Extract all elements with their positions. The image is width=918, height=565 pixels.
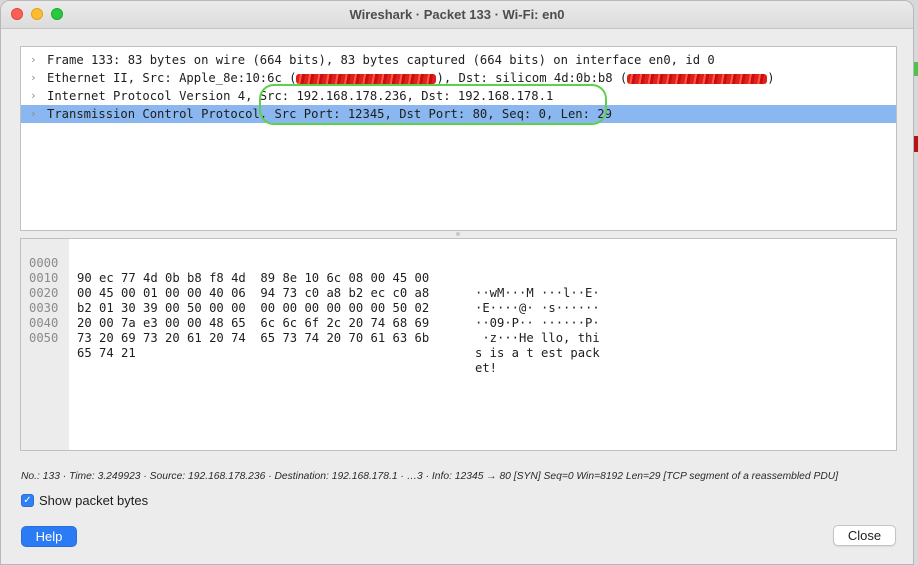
hex-bytes[interactable]: 20 00 7a e3 00 00 48 65 6c 6c 6f 2c 20 7… xyxy=(77,316,429,331)
bytes-row: 0050 65 74 21 et! xyxy=(21,316,497,375)
bytes-row: 0040 73 20 69 73 20 61 20 74 65 73 74 20… xyxy=(21,301,600,360)
close-button[interactable]: Close xyxy=(833,525,896,546)
checkmark-icon: ✓ xyxy=(23,494,32,506)
packet-detail-window: Wireshark · Packet 133 · Wi-Fi: en0 › Fr… xyxy=(0,0,914,565)
redacted-mac-destination xyxy=(627,73,768,84)
ethernet-label-end: ) xyxy=(767,71,775,85)
background-edge-mark xyxy=(914,62,918,76)
chevron-right-icon[interactable]: › xyxy=(30,69,37,87)
hex-bytes[interactable]: 90 ec 77 4d 0b b8 f8 4d 89 8e 10 6c 08 0… xyxy=(77,271,429,286)
ascii-bytes[interactable]: ··wM···M ···l··E· xyxy=(475,286,600,301)
bytes-row: 0030 20 00 7a e3 00 00 48 65 6c 6c 6f 2c… xyxy=(21,286,600,345)
show-bytes-toggle[interactable]: ✓ Show packet bytes xyxy=(21,492,148,508)
show-bytes-label[interactable]: Show packet bytes xyxy=(39,493,148,508)
background-edge xyxy=(914,0,918,565)
ascii-bytes[interactable]: ··09·P·· ······P· xyxy=(475,316,600,331)
hex-bytes[interactable]: 65 74 21 xyxy=(77,346,136,361)
title-bar: Wireshark · Packet 133 · Wi-Fi: en0 xyxy=(1,1,913,29)
ethernet-label-middle: ), Dst: silicom_4d:0b:b8 ( xyxy=(436,71,628,85)
ascii-bytes[interactable]: ·z···He llo, thi xyxy=(475,331,599,346)
ascii-bytes[interactable]: et! xyxy=(475,361,497,376)
redacted-mac-source xyxy=(296,73,437,84)
show-bytes-checkbox[interactable]: ✓ xyxy=(21,493,34,507)
hex-bytes[interactable]: 73 20 69 73 20 61 20 74 65 73 74 20 70 6… xyxy=(77,331,429,346)
hex-bytes[interactable]: 00 45 00 01 00 00 40 06 94 73 c0 a8 b2 e… xyxy=(77,286,429,301)
tree-row-frame[interactable]: › Frame 133: 83 bytes on wire (664 bits)… xyxy=(21,51,896,69)
help-button[interactable]: Help xyxy=(21,526,77,547)
background-edge-mark xyxy=(914,136,918,152)
packet-details-tree[interactable]: › Frame 133: 83 bytes on wire (664 bits)… xyxy=(20,46,897,231)
byte-offset: 0050 xyxy=(29,331,59,345)
bytes-row: 0020 b2 01 30 39 00 50 00 00 00 00 00 00… xyxy=(21,271,600,330)
tree-row-label: Frame 133: 83 bytes on wire (664 bits), … xyxy=(47,53,715,67)
bytes-row: 0010 00 45 00 01 00 00 40 06 94 73 c0 a8… xyxy=(21,256,600,315)
chevron-right-icon[interactable]: › xyxy=(30,51,37,69)
bytes-row: 0000 90 ec 77 4d 0b b8 f8 4d 89 8e 10 6c… xyxy=(21,241,600,300)
packet-summary-status: No.: 133 · Time: 3.249923 · Source: 192.… xyxy=(21,471,839,482)
ethernet-label-start: Ethernet II, Src: Apple_8e:10:6c ( xyxy=(47,71,297,85)
chevron-right-icon[interactable]: › xyxy=(30,105,37,123)
annotation-highlight-ellipse xyxy=(259,84,607,125)
splitter-handle[interactable] xyxy=(456,232,460,236)
ascii-bytes[interactable]: s is a t est pack xyxy=(475,346,600,361)
window-title: Wireshark · Packet 133 · Wi-Fi: en0 xyxy=(349,7,565,22)
ascii-bytes[interactable]: ·E····@· ·s······ xyxy=(475,301,600,316)
packet-bytes-pane[interactable]: 0000 90 ec 77 4d 0b b8 f8 4d 89 8e 10 6c… xyxy=(20,238,897,451)
chevron-right-icon[interactable]: › xyxy=(30,87,37,105)
hex-bytes[interactable]: b2 01 30 39 00 50 00 00 00 00 00 00 00 0… xyxy=(77,301,429,316)
